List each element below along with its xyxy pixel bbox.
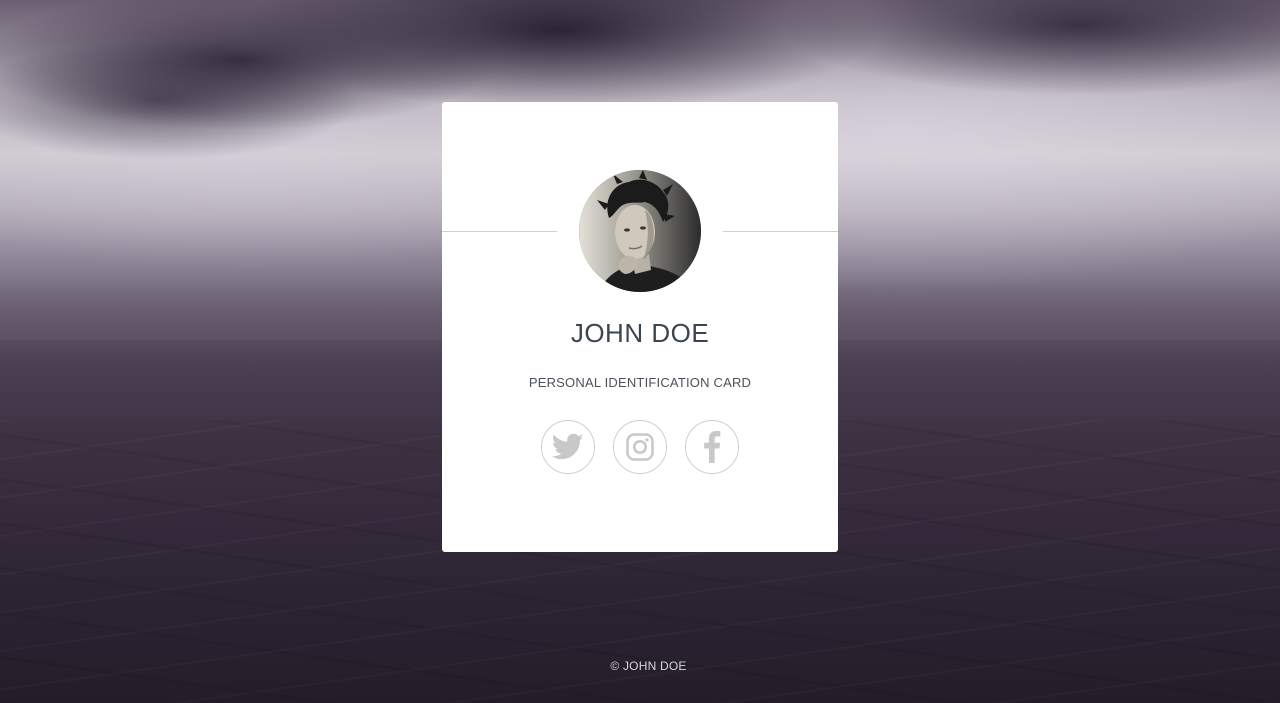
divider-line-left [442,231,557,232]
twitter-button[interactable] [541,420,595,474]
profile-name: JOHN DOE [570,318,710,348]
social-links [442,420,838,474]
facebook-button[interactable] [685,420,739,474]
footer-copyright: © JOHN DOE [610,659,687,673]
profile-card: JOHN DOE PERSONAL IDENTIFICATION CARD [442,102,838,552]
divider-line-right [723,231,838,232]
instagram-icon [626,433,654,461]
instagram-button[interactable] [613,420,667,474]
avatar [579,170,701,292]
profile-subtitle: PERSONAL IDENTIFICATION CARD [528,375,752,390]
twitter-icon [552,433,584,460]
facebook-icon [704,431,721,463]
